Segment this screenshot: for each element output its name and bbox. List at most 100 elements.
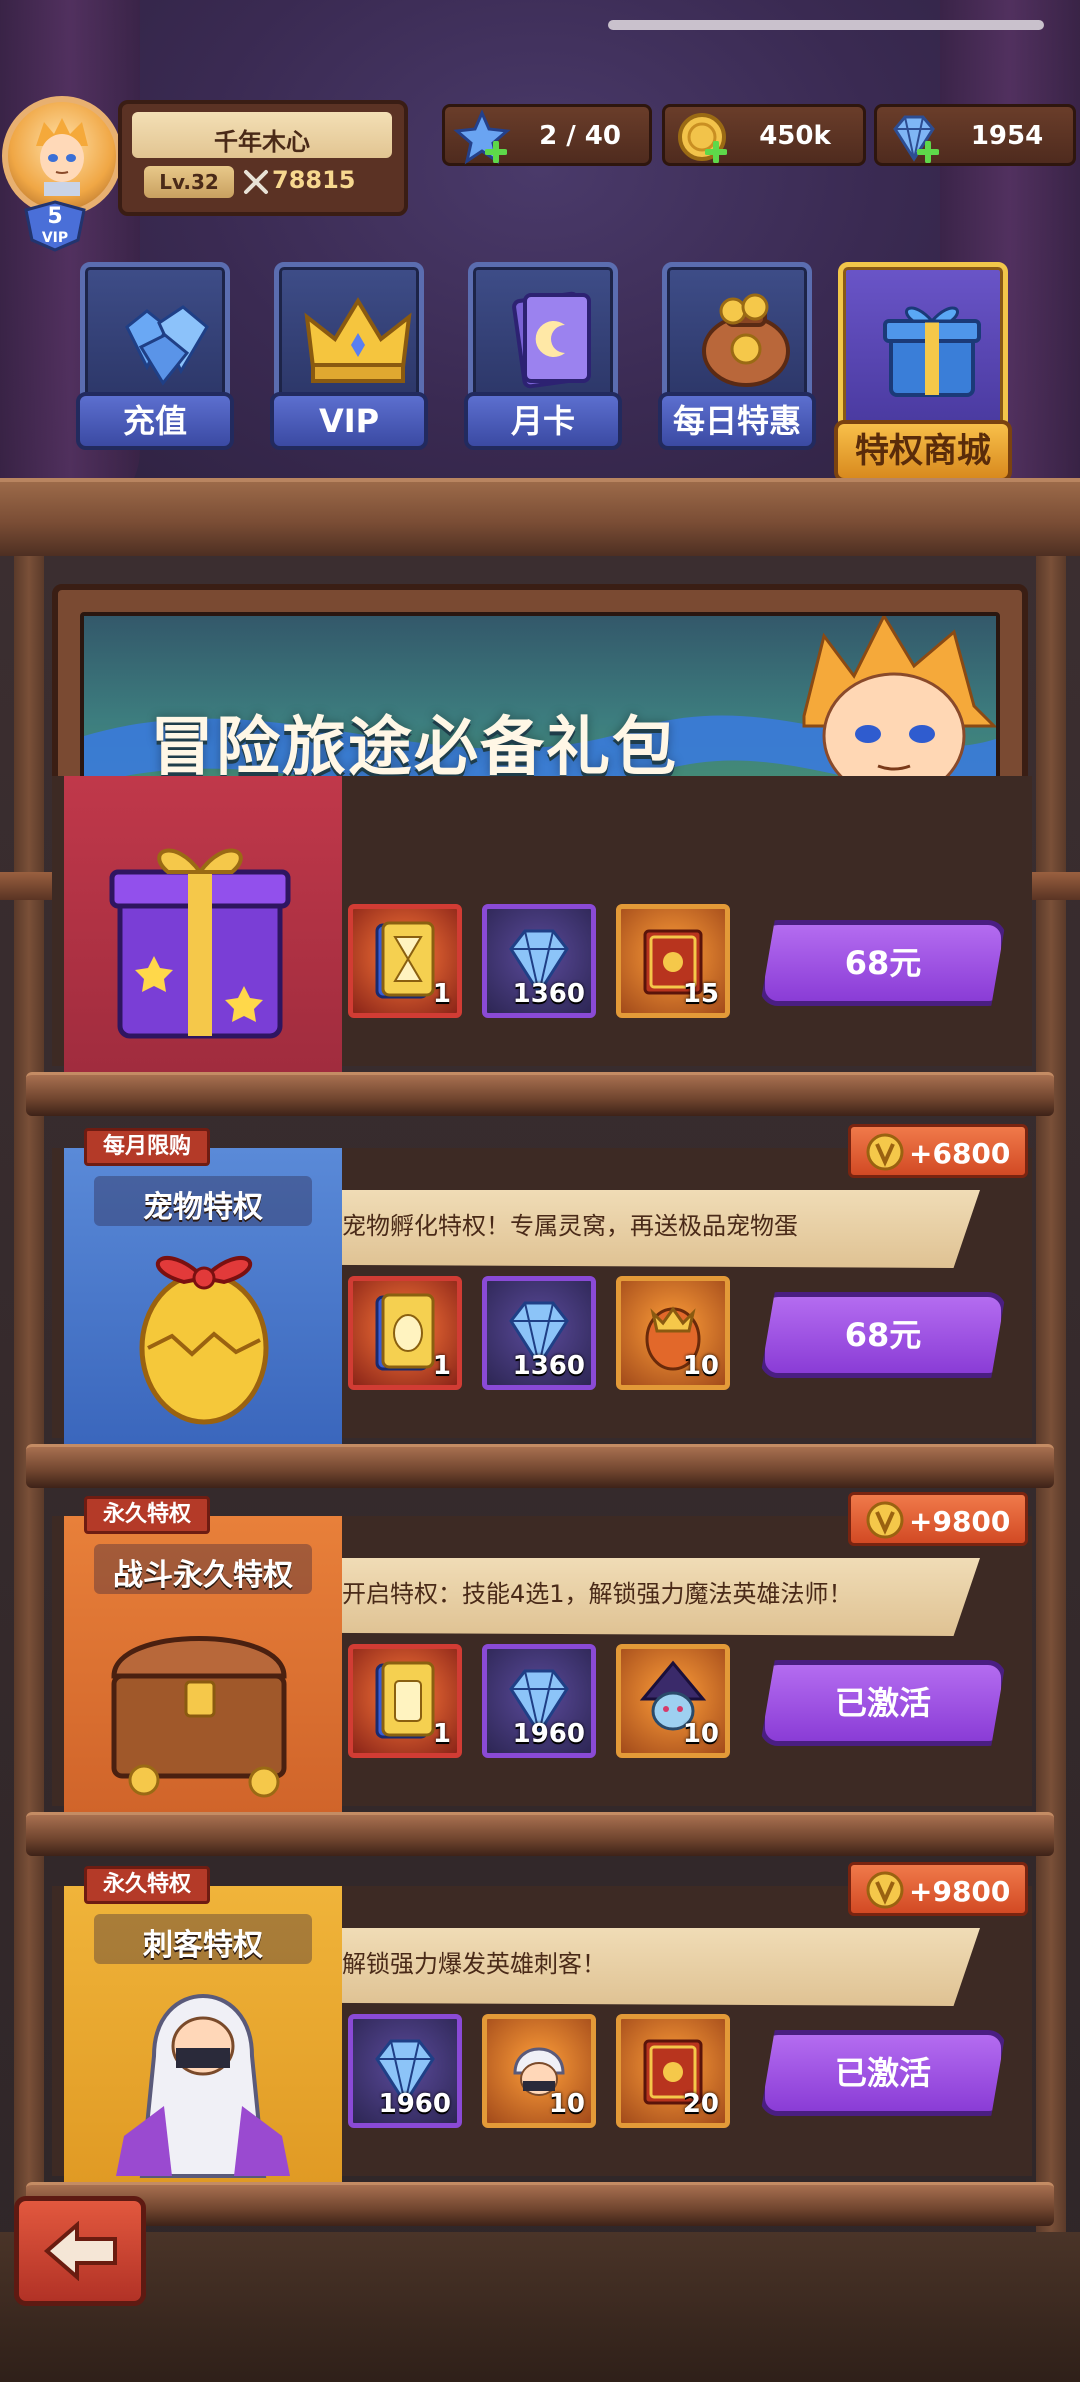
bonus-value: +9800 — [909, 1875, 1011, 1908]
player-power: 78815 — [272, 166, 356, 194]
package-card: 宠物孵化特权！专属灵窝，再送极品宠物蛋 宠物特权 每月限购 +6800 1 13… — [0, 1124, 1080, 1488]
assassin-hero-icon — [116, 1994, 290, 2178]
item-quantity: 1960 — [512, 1719, 585, 1749]
item-quantity: 1 — [432, 979, 451, 1009]
player-avatar[interactable] — [2, 96, 122, 216]
limit-tag: 每月限购 — [84, 1128, 211, 1166]
player-level: Lv.32 — [144, 166, 234, 198]
permanent-tag: 永久特权 — [84, 1496, 211, 1534]
reward-item[interactable]: 15 — [616, 904, 730, 1018]
back-button[interactable] — [14, 2196, 146, 2306]
reward-item[interactable]: 1960 — [482, 1644, 596, 1758]
vip-points-icon — [866, 1871, 904, 1909]
add-stamina-icon[interactable] — [485, 141, 507, 163]
vip-points-bonus: +6800 — [848, 1124, 1028, 1178]
gold-value: 450k — [759, 121, 831, 151]
buy-button[interactable]: 68元 — [760, 920, 1006, 1006]
gold-bar[interactable]: 450k — [662, 104, 866, 166]
stamina-value: 2 / 40 — [539, 121, 621, 151]
activated-button[interactable]: 已激活 — [760, 1660, 1006, 1746]
tab-vip[interactable]: VIP — [270, 262, 428, 458]
tab-label: 充值 — [76, 392, 234, 450]
stamina-bar[interactable]: 2 / 40 — [442, 104, 652, 166]
reward-item[interactable]: 1360 — [482, 1276, 596, 1390]
package-shelf — [26, 1072, 1054, 1116]
reward-item[interactable]: 1 — [348, 1276, 462, 1390]
moon-card-icon — [512, 291, 591, 389]
crossed-swords-icon — [244, 170, 268, 194]
floor — [0, 2232, 1080, 2382]
item-quantity: 1360 — [512, 979, 585, 1009]
banner-title: 冒险旅途必备礼包 — [150, 711, 678, 785]
gem-bar[interactable]: 1954 — [874, 104, 1076, 166]
package-shelf — [26, 2182, 1054, 2226]
package-flag: 战斗永久特权 — [64, 1516, 342, 1816]
package-card: 1 1360 15 68元 — [0, 776, 1080, 1116]
package-card: 解锁强力爆发英雄刺客！ 刺客特权 永久特权 +9800 1960 10 20 已… — [0, 1862, 1080, 2226]
item-quantity: 1960 — [378, 2089, 451, 2119]
permanent-tag: 永久特权 — [84, 1866, 211, 1904]
player-info-plate: 千年木心 Lv.32 78815 — [118, 100, 408, 216]
item-quantity: 1 — [432, 1351, 451, 1381]
tab-monthly-card[interactable]: 月卡 — [464, 262, 622, 458]
reward-item[interactable]: 20 — [616, 2014, 730, 2128]
item-quantity: 20 — [682, 2089, 719, 2119]
add-gem-icon[interactable] — [917, 141, 939, 163]
mystery-gift-icon — [109, 848, 291, 1039]
vip-points-bonus: +9800 — [848, 1492, 1028, 1546]
tab-label: 特权商城 — [834, 420, 1012, 482]
bonus-value: +9800 — [909, 1505, 1011, 1538]
tab-label: 月卡 — [464, 392, 622, 450]
package-shelf — [26, 1444, 1054, 1488]
item-quantity: 10 — [548, 2089, 585, 2119]
reward-item[interactable]: 1 — [348, 904, 462, 1018]
hero-portrait-icon — [36, 118, 88, 196]
treasure-chest-icon — [111, 1636, 287, 1798]
reward-item[interactable]: 1960 — [348, 2014, 462, 2128]
vip-badge[interactable]: 5 VIP — [20, 200, 90, 252]
tab-frame — [838, 262, 1008, 430]
reward-item[interactable]: 10 — [616, 1644, 730, 1758]
vip-label: VIP — [41, 230, 69, 246]
item-quantity: 1360 — [512, 1351, 585, 1381]
buy-button[interactable]: 68元 — [760, 1292, 1006, 1378]
tab-privilege-shop[interactable]: 特权商城 — [834, 262, 1012, 484]
reward-item[interactable]: 10 — [482, 2014, 596, 2128]
vip-points-bonus: +9800 — [848, 1862, 1028, 1916]
activated-button[interactable]: 已激活 — [760, 2030, 1006, 2116]
package-description: 解锁强力爆发英雄刺客！ — [342, 1950, 606, 1978]
reward-item[interactable]: 1 — [348, 1644, 462, 1758]
reward-item[interactable]: 10 — [616, 1276, 730, 1390]
tab-label: 每日特惠 — [658, 392, 816, 450]
tab-recharge[interactable]: 充值 — [76, 262, 234, 458]
package-flag: 刺客特权 — [64, 1886, 342, 2186]
package-shelf — [26, 1812, 1054, 1856]
item-quantity: 10 — [682, 1351, 719, 1381]
crown-icon — [304, 297, 412, 383]
vip-points-icon — [866, 1501, 904, 1539]
top-shelf-beam — [0, 478, 1080, 556]
gem-value: 1954 — [970, 121, 1044, 151]
item-quantity: 10 — [682, 1719, 719, 1749]
gift-chest-icon — [883, 306, 981, 397]
item-quantity: 15 — [682, 979, 719, 1009]
package-description: 宠物孵化特权！专属灵窝，再送极品宠物蛋 — [342, 1212, 798, 1240]
tab-label: VIP — [270, 392, 428, 450]
back-arrow-icon — [43, 2221, 117, 2281]
vip-level: 5 — [47, 204, 63, 229]
coin-bag-icon — [702, 293, 790, 387]
home-indicator — [608, 20, 1044, 30]
tab-daily-deals[interactable]: 每日特惠 — [658, 262, 816, 458]
package-description: 开启特权：技能4选1，解锁强力魔法英雄法师！ — [342, 1580, 853, 1608]
package-flag — [64, 776, 342, 1076]
bonus-value: +6800 — [909, 1137, 1011, 1170]
item-quantity: 1 — [432, 1719, 451, 1749]
add-gold-icon[interactable] — [705, 141, 727, 163]
gems-pile-icon — [125, 305, 209, 386]
golden-egg-icon — [139, 1256, 269, 1425]
package-card: 开启特权：技能4选1，解锁强力魔法英雄法师！ 战斗永久特权 永久特权 +9800… — [0, 1492, 1080, 1856]
reward-item[interactable]: 1360 — [482, 904, 596, 1018]
vip-points-icon — [866, 1133, 904, 1171]
package-flag: 宠物特权 — [64, 1148, 342, 1448]
player-name: 千年木心 — [214, 128, 310, 156]
